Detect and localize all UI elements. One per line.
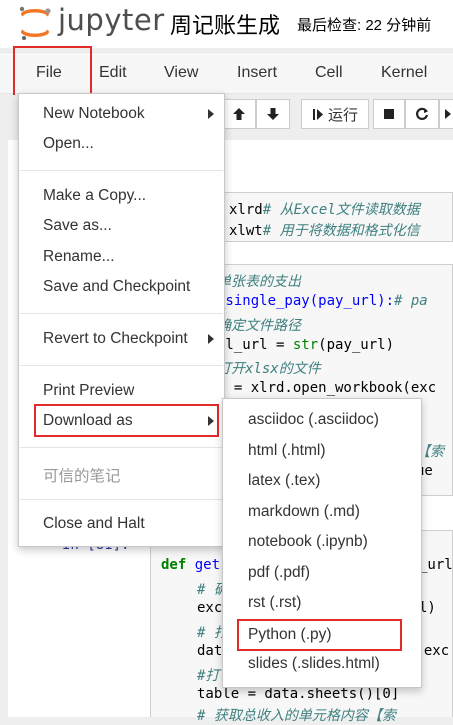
menu-item-new-notebook[interactable]: New Notebook [43,105,145,123]
function-name: get [186,557,221,573]
menu-divider [20,313,223,314]
restart-run-all-button[interactable] [439,99,453,129]
notebook-header: jupyter 周记账生成 最后检查: 22 分钟前 [0,0,453,48]
download-html[interactable]: html (.html) [248,442,326,460]
download-markdown[interactable]: markdown (.md) [248,503,360,521]
checkpoint-status: 最后检查: 22 分钟前 [297,17,432,34]
file-menu-dropdown: New Notebook Open... Make a Copy... Save… [18,93,225,547]
code-line: xlrd# 从Excel文件读取数据 [229,199,420,219]
menu-item-open[interactable]: Open... [43,135,94,153]
code-line: _url] [419,557,453,573]
code-comment: # 获取总收入的单元格内容【索 [197,708,396,724]
move-up-button[interactable] [222,99,256,129]
code-line: dat [197,643,223,659]
keyword: def [161,557,187,573]
code-comment: 单张表的支出 [217,274,301,290]
step-forward-icon [312,108,323,120]
code-text: el_url = [217,337,293,353]
code-comment: 确定文件路径 [217,318,301,334]
submenu-caret-icon [208,109,214,119]
menu-view[interactable]: View [164,64,198,82]
menu-cell[interactable]: Cell [315,64,343,82]
jupyter-wordmark[interactable]: jupyter [58,3,165,37]
builtin: str [292,337,319,353]
stop-icon [384,109,394,119]
menu-item-revert-checkpoint[interactable]: Revert to Checkpoint [43,330,188,348]
code-text: xlrd [229,202,263,218]
menu-item-make-copy[interactable]: Make a Copy... [43,187,146,205]
restart-icon [416,107,429,120]
menu-edit[interactable]: Edit [99,64,127,82]
code-line: a = xlrd.open_workbook(exc [217,380,437,396]
menu-item-close-halt[interactable]: Close and Halt [43,515,145,533]
run-label: 运行 [327,106,358,124]
menu-item-print-preview[interactable]: Print Preview [43,382,134,400]
python-download-highlight [237,619,402,651]
code-comment: # 从Excel文件读取数据 [262,202,420,218]
code-line: exc [197,600,223,616]
arrow-down-icon [267,108,279,120]
menu-insert[interactable]: Insert [237,64,277,82]
code-line: xlwt# 用于将数据和格式化信 [229,220,420,240]
fast-forward-icon [445,109,451,119]
code-comment: # pa [394,293,428,309]
code-text: (pay_url) [318,337,395,353]
move-down-button[interactable] [256,99,290,129]
code-line: el_url = str(pay_url) [217,337,394,353]
jupyter-logo-icon[interactable] [14,4,54,42]
menu-item-save-as[interactable]: Save as... [43,217,112,235]
menu-kernel[interactable]: Kernel [381,64,427,82]
code-line: _single_pay(pay_url):# pa [217,293,428,309]
file-menu-highlight [13,46,92,100]
code-comment: 打开xlsx的文件 [217,361,321,377]
menu-item-rename[interactable]: Rename... [43,248,115,266]
download-slides[interactable]: slides (.slides.html) [248,655,380,673]
menu-item-save-checkpoint[interactable]: Save and Checkpoint [43,278,190,296]
menu-divider [20,499,223,500]
function-name: _single_pay(pay_url): [217,293,395,309]
download-rst[interactable]: rst (.rst) [248,594,301,612]
restart-button[interactable] [405,99,439,129]
download-notebook[interactable]: notebook (.ipynb) [248,533,368,551]
interrupt-button[interactable] [373,99,405,129]
run-button[interactable]: 运行 [301,99,369,129]
menu-divider [20,365,223,366]
download-latex[interactable]: latex (.tex) [248,472,320,490]
code-comment: # 用于将数据和格式化信 [262,223,420,239]
menu-item-trusted-notebook: 可信的笔记 [43,468,121,485]
submenu-caret-icon [208,334,214,344]
code-comment: #打 [197,668,220,684]
code-line: def get [161,557,220,573]
notebook-title[interactable]: 周记账生成 [170,8,280,40]
download-pdf[interactable]: pdf (.pdf) [248,564,310,582]
menu-divider [20,170,223,171]
menu-divider [20,447,223,448]
arrow-up-icon [233,108,245,120]
code-text: xlwt [229,223,263,239]
download-as-highlight [34,404,219,437]
code-line: table = data.sheets()[0] [197,686,400,702]
download-asciidoc[interactable]: asciidoc (.asciidoc) [248,411,379,429]
